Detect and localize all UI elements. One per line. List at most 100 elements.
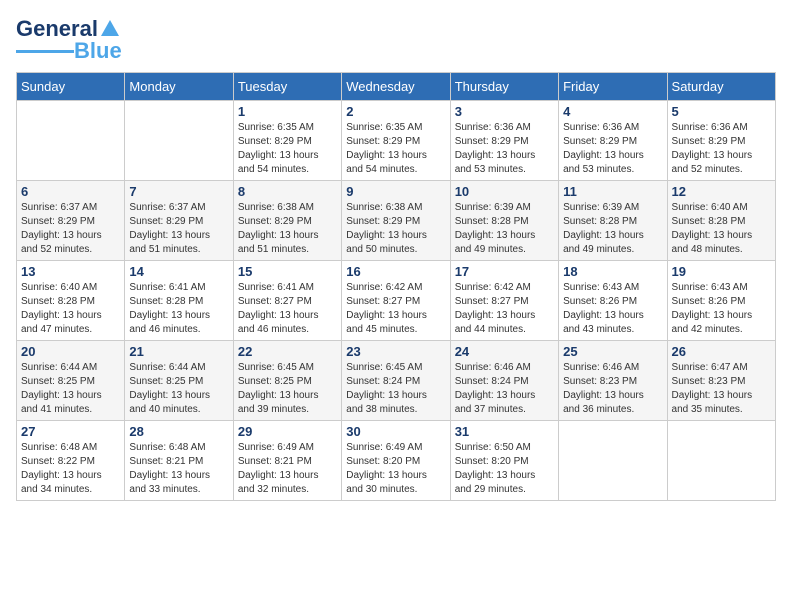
- calendar-cell: 23Sunrise: 6:45 AMSunset: 8:24 PMDayligh…: [342, 341, 450, 421]
- calendar-week-row: 13 Sunrise: 6:40 AMSunset: 8:28 PMDayligh…: [17, 261, 776, 341]
- calendar-cell: [125, 101, 233, 181]
- day-details: Sunrise: 6:36 AMSunset: 8:29 PMDaylight:…: [563, 121, 662, 177]
- calendar-cell: 31 Sunrise: 6:50 AMSunset: 8:20 PMDayligh…: [450, 421, 558, 501]
- logo-blue: Blue: [74, 38, 122, 64]
- day-details: Sunrise: 6:40 AMSunset: 8:28 PMDaylight:…: [672, 201, 771, 257]
- calendar-cell: 17Sunrise: 6:42 AMSunset: 8:27 PMDayligh…: [450, 261, 558, 341]
- day-number: 31: [455, 424, 554, 439]
- day-number: 11: [563, 184, 662, 199]
- day-details: Sunrise: 6:36 AMSunset: 8:29 PMDaylight:…: [672, 121, 771, 177]
- calendar-day-header: Wednesday: [342, 73, 450, 101]
- day-number: 1: [238, 104, 337, 119]
- calendar-cell: 13 Sunrise: 6:40 AMSunset: 8:28 PMDayligh…: [17, 261, 125, 341]
- day-details: Sunrise: 6:37 AMSunset: 8:29 PMDaylight:…: [129, 201, 228, 257]
- day-number: 25: [563, 344, 662, 359]
- calendar-cell: 27Sunrise: 6:48 AMSunset: 8:22 PMDayligh…: [17, 421, 125, 501]
- day-number: 5: [672, 104, 771, 119]
- day-number: 29: [238, 424, 337, 439]
- calendar-day-header: Tuesday: [233, 73, 341, 101]
- day-details: Sunrise: 6:39 AMSunset: 8:28 PMDaylight:…: [455, 201, 554, 257]
- day-details: Sunrise: 6:37 AMSunset: 8:29 PMDaylight:…: [21, 201, 120, 257]
- calendar-header-row: SundayMondayTuesdayWednesdayThursdayFrid…: [17, 73, 776, 101]
- calendar-table: SundayMondayTuesdayWednesdayThursdayFrid…: [16, 72, 776, 501]
- calendar-cell: 9 Sunrise: 6:38 AMSunset: 8:29 PMDaylight…: [342, 181, 450, 261]
- calendar-cell: 19 Sunrise: 6:43 AMSunset: 8:26 PMDayligh…: [667, 261, 775, 341]
- day-details: Sunrise: 6:43 AMSunset: 8:26 PMDaylight:…: [563, 281, 662, 337]
- calendar-cell: 25 Sunrise: 6:46 AMSunset: 8:23 PMDayligh…: [559, 341, 667, 421]
- calendar-cell: 16Sunrise: 6:42 AMSunset: 8:27 PMDayligh…: [342, 261, 450, 341]
- day-details: Sunrise: 6:40 AMSunset: 8:28 PMDaylight:…: [21, 281, 120, 337]
- day-details: Sunrise: 6:38 AMSunset: 8:29 PMDaylight:…: [346, 201, 445, 257]
- day-details: Sunrise: 6:44 AMSunset: 8:25 PMDaylight:…: [129, 361, 228, 417]
- calendar-cell: 3 Sunrise: 6:36 AMSunset: 8:29 PMDaylight…: [450, 101, 558, 181]
- calendar-day-header: Thursday: [450, 73, 558, 101]
- page-header: General Blue: [16, 16, 776, 64]
- calendar-cell: 4 Sunrise: 6:36 AMSunset: 8:29 PMDaylight…: [559, 101, 667, 181]
- day-details: Sunrise: 6:46 AMSunset: 8:23 PMDaylight:…: [563, 361, 662, 417]
- day-details: Sunrise: 6:36 AMSunset: 8:29 PMDaylight:…: [455, 121, 554, 177]
- calendar-day-header: Sunday: [17, 73, 125, 101]
- calendar-day-header: Saturday: [667, 73, 775, 101]
- day-details: Sunrise: 6:49 AMSunset: 8:21 PMDaylight:…: [238, 441, 337, 497]
- calendar-cell: 28Sunrise: 6:48 AMSunset: 8:21 PMDayligh…: [125, 421, 233, 501]
- day-details: Sunrise: 6:43 AMSunset: 8:26 PMDaylight:…: [672, 281, 771, 337]
- day-details: Sunrise: 6:35 AMSunset: 8:29 PMDaylight:…: [346, 121, 445, 177]
- day-number: 8: [238, 184, 337, 199]
- day-number: 24: [455, 344, 554, 359]
- calendar-cell: 11 Sunrise: 6:39 AMSunset: 8:28 PMDayligh…: [559, 181, 667, 261]
- day-details: Sunrise: 6:45 AMSunset: 8:25 PMDaylight:…: [238, 361, 337, 417]
- day-number: 6: [21, 184, 120, 199]
- calendar-week-row: 6 Sunrise: 6:37 AMSunset: 8:29 PMDaylight…: [17, 181, 776, 261]
- day-details: Sunrise: 6:45 AMSunset: 8:24 PMDaylight:…: [346, 361, 445, 417]
- day-details: Sunrise: 6:42 AMSunset: 8:27 PMDaylight:…: [346, 281, 445, 337]
- day-details: Sunrise: 6:49 AMSunset: 8:20 PMDaylight:…: [346, 441, 445, 497]
- logo: General Blue: [16, 16, 122, 64]
- day-details: Sunrise: 6:48 AMSunset: 8:21 PMDaylight:…: [129, 441, 228, 497]
- day-details: Sunrise: 6:39 AMSunset: 8:28 PMDaylight:…: [563, 201, 662, 257]
- day-number: 9: [346, 184, 445, 199]
- day-details: Sunrise: 6:47 AMSunset: 8:23 PMDaylight:…: [672, 361, 771, 417]
- day-details: Sunrise: 6:48 AMSunset: 8:22 PMDaylight:…: [21, 441, 120, 497]
- calendar-cell: 8 Sunrise: 6:38 AMSunset: 8:29 PMDaylight…: [233, 181, 341, 261]
- day-number: 20: [21, 344, 120, 359]
- calendar-cell: [559, 421, 667, 501]
- calendar-cell: 18Sunrise: 6:43 AMSunset: 8:26 PMDayligh…: [559, 261, 667, 341]
- day-number: 19: [672, 264, 771, 279]
- calendar-cell: 29 Sunrise: 6:49 AMSunset: 8:21 PMDayligh…: [233, 421, 341, 501]
- day-number: 13: [21, 264, 120, 279]
- calendar-cell: 7 Sunrise: 6:37 AMSunset: 8:29 PMDaylight…: [125, 181, 233, 261]
- calendar-cell: 22 Sunrise: 6:45 AMSunset: 8:25 PMDayligh…: [233, 341, 341, 421]
- calendar-cell: [667, 421, 775, 501]
- day-details: Sunrise: 6:41 AMSunset: 8:28 PMDaylight:…: [129, 281, 228, 337]
- calendar-cell: 24 Sunrise: 6:46 AMSunset: 8:24 PMDayligh…: [450, 341, 558, 421]
- calendar-day-header: Monday: [125, 73, 233, 101]
- day-details: Sunrise: 6:44 AMSunset: 8:25 PMDaylight:…: [21, 361, 120, 417]
- day-number: 26: [672, 344, 771, 359]
- day-number: 4: [563, 104, 662, 119]
- calendar-cell: 5 Sunrise: 6:36 AMSunset: 8:29 PMDaylight…: [667, 101, 775, 181]
- day-details: Sunrise: 6:46 AMSunset: 8:24 PMDaylight:…: [455, 361, 554, 417]
- calendar-week-row: 1 Sunrise: 6:35 AMSunset: 8:29 PMDaylight…: [17, 101, 776, 181]
- day-details: Sunrise: 6:50 AMSunset: 8:20 PMDaylight:…: [455, 441, 554, 497]
- calendar-week-row: 27Sunrise: 6:48 AMSunset: 8:22 PMDayligh…: [17, 421, 776, 501]
- day-number: 17: [455, 264, 554, 279]
- calendar-cell: 30 Sunrise: 6:49 AMSunset: 8:20 PMDayligh…: [342, 421, 450, 501]
- calendar-cell: 10Sunrise: 6:39 AMSunset: 8:28 PMDayligh…: [450, 181, 558, 261]
- calendar-cell: 14 Sunrise: 6:41 AMSunset: 8:28 PMDayligh…: [125, 261, 233, 341]
- calendar-cell: 26 Sunrise: 6:47 AMSunset: 8:23 PMDayligh…: [667, 341, 775, 421]
- calendar-cell: 2Sunrise: 6:35 AMSunset: 8:29 PMDaylight…: [342, 101, 450, 181]
- calendar-cell: 6 Sunrise: 6:37 AMSunset: 8:29 PMDaylight…: [17, 181, 125, 261]
- day-number: 21: [129, 344, 228, 359]
- day-number: 14: [129, 264, 228, 279]
- calendar-day-header: Friday: [559, 73, 667, 101]
- day-number: 3: [455, 104, 554, 119]
- day-details: Sunrise: 6:38 AMSunset: 8:29 PMDaylight:…: [238, 201, 337, 257]
- day-number: 15: [238, 264, 337, 279]
- calendar-cell: 21 Sunrise: 6:44 AMSunset: 8:25 PMDayligh…: [125, 341, 233, 421]
- day-number: 22: [238, 344, 337, 359]
- day-number: 7: [129, 184, 228, 199]
- day-number: 12: [672, 184, 771, 199]
- day-number: 30: [346, 424, 445, 439]
- calendar-week-row: 20 Sunrise: 6:44 AMSunset: 8:25 PMDayligh…: [17, 341, 776, 421]
- day-details: Sunrise: 6:41 AMSunset: 8:27 PMDaylight:…: [238, 281, 337, 337]
